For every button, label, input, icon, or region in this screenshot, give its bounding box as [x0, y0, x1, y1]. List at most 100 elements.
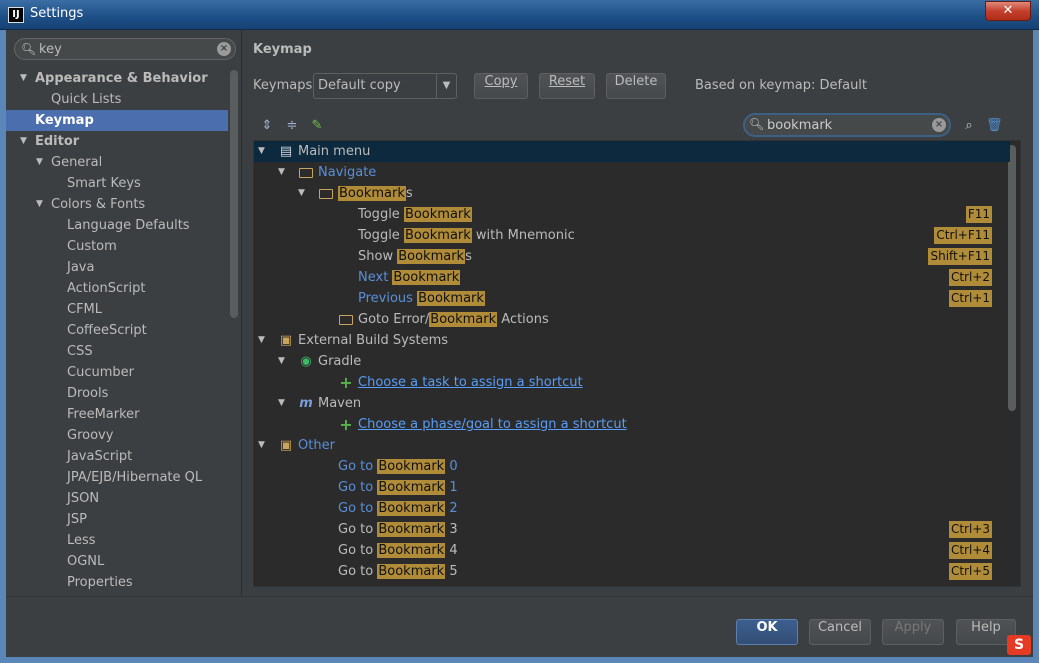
cancel-button[interactable]: Cancel [809, 619, 871, 645]
action-tree-row[interactable]: Goto Error/Bookmark Actions [254, 309, 1010, 330]
settings-tree-item[interactable]: Java [6, 257, 228, 278]
action-label-part: Next [358, 270, 393, 285]
settings-tree-item[interactable]: JSON [6, 488, 228, 509]
assign-shortcut-link[interactable]: Choose a phase/goal to assign a shortcut [358, 414, 627, 435]
settings-tree-item[interactable]: ▼ Appearance & Behavior [6, 68, 228, 89]
search-dropdown-icon[interactable]: 🔍︎ [749, 117, 764, 131]
settings-tree-item[interactable]: Groovy [6, 425, 228, 446]
keymap-select[interactable]: Default copy ▼ [313, 73, 457, 99]
expand-arrow-icon[interactable]: ▼ [258, 435, 265, 456]
assign-shortcut-link[interactable]: Choose a task to assign a shortcut [358, 372, 583, 393]
search-match-highlight: Bookmark [338, 186, 406, 201]
settings-tree-item[interactable]: Cucumber [6, 362, 228, 383]
action-tree-row[interactable]: Go to Bookmark 3 Ctrl+3 [254, 519, 1010, 540]
action-tree-row[interactable]: + Choose a task to assign a shortcut [254, 372, 1010, 393]
settings-tree-item[interactable]: CFML [6, 299, 228, 320]
action-tree-row[interactable]: Go to Bookmark 5 Ctrl+5 [254, 561, 1010, 582]
settings-tree-item-label: Properties [67, 575, 133, 590]
find-shortcut-icon[interactable]: ⌕ [961, 118, 977, 134]
action-tree-row[interactable]: ▼ ▣ External Build Systems [254, 330, 1010, 351]
apply-button[interactable]: Apply [882, 619, 944, 645]
expand-all-icon[interactable]: ⇕ [259, 118, 275, 134]
action-tree-row[interactable]: ▼ m Maven [254, 393, 1010, 414]
action-tree-row[interactable]: ▼ Navigate [254, 162, 1010, 183]
action-tree-row[interactable]: + Choose a phase/goal to assign a shortcu… [254, 414, 1010, 435]
action-label: Go to Bookmark 1 [338, 477, 458, 498]
settings-tree-item[interactable]: Smart Keys [6, 173, 228, 194]
settings-tree-item[interactable]: ▼ General [6, 152, 228, 173]
settings-tree-item[interactable]: Less [6, 530, 228, 551]
settings-tree-item-label: General [51, 155, 103, 170]
expand-arrow-icon[interactable]: ▼ [278, 162, 285, 183]
settings-tree-item[interactable]: Keymap [6, 110, 228, 131]
keymap-search-input[interactable] [767, 117, 927, 133]
action-tree-row[interactable]: ▼ Bookmarks [254, 183, 1010, 204]
settings-tree-item-label: CoffeeScript [67, 323, 147, 338]
clear-search-icon[interactable]: × [217, 42, 231, 56]
settings-tree-item[interactable]: CoffeeScript [6, 320, 228, 341]
settings-tree-item[interactable]: ActionScript [6, 278, 228, 299]
settings-search-box[interactable]: 🔍︎ × [14, 38, 236, 60]
other-folder-icon: ▣ [279, 438, 293, 453]
settings-tree-item[interactable]: Properties [6, 572, 228, 593]
action-label-part: 2 [445, 501, 458, 516]
settings-tree-item[interactable]: Custom [6, 236, 228, 257]
expand-arrow-icon[interactable]: ▼ [258, 141, 265, 162]
window-close-button[interactable]: ✕ [985, 1, 1031, 21]
copy-button[interactable]: Copy [474, 73, 528, 99]
sidebar-scrollbar[interactable] [230, 70, 238, 318]
chevron-down-icon[interactable]: ▼ [436, 74, 456, 98]
settings-tree-item[interactable]: FreeMarker [6, 404, 228, 425]
expand-arrow-icon[interactable]: ▼ [20, 131, 27, 152]
trash-icon[interactable]: 🗑︎ [986, 118, 1003, 134]
delete-button[interactable]: Delete [606, 73, 666, 99]
expand-arrow-icon[interactable]: ▼ [298, 183, 305, 204]
settings-tree-item[interactable]: OGNL [6, 551, 228, 572]
action-tree-row[interactable]: Toggle Bookmark with Mnemonic Ctrl+F11 [254, 225, 1010, 246]
action-tree-row[interactable]: ▼ ▤ Main menu [254, 141, 1010, 162]
folder-icon [318, 183, 334, 206]
reset-button[interactable]: Reset [539, 73, 595, 99]
action-tree-row[interactable]: Toggle Bookmark F11 [254, 204, 1010, 225]
folder-icon-shape [319, 189, 333, 199]
keymap-search-box[interactable]: 🔍︎ × [743, 113, 951, 137]
action-label-part: Actions [497, 312, 549, 327]
search-match-highlight: Bookmark [377, 501, 446, 516]
expand-arrow-icon[interactable]: ▼ [36, 194, 43, 215]
settings-tree-item[interactable]: Drools [6, 383, 228, 404]
settings-tree-item-label: CFML [67, 302, 103, 317]
expand-arrow-icon[interactable]: ▼ [20, 68, 27, 89]
action-tree-row[interactable]: Go to Bookmark 0 [254, 456, 1010, 477]
ime-indicator-icon[interactable]: S [1007, 635, 1031, 655]
action-tree-row[interactable]: Next Bookmark Ctrl+2 [254, 267, 1010, 288]
settings-tree-item-label: ActionScript [67, 281, 146, 296]
settings-tree-item[interactable]: JSP [6, 509, 228, 530]
ok-button[interactable]: OK [736, 619, 798, 645]
action-tree-row[interactable]: Go to Bookmark 2 [254, 498, 1010, 519]
settings-tree-item-label: JPA/EJB/Hibernate QL [67, 470, 203, 485]
settings-tree-item[interactable]: Quick Lists [6, 89, 228, 110]
action-label-part: Toggle [358, 207, 404, 222]
action-tree-row[interactable]: ▼ ◉ Gradle [254, 351, 1010, 372]
action-tree-row[interactable]: Show Bookmarks Shift+F11 [254, 246, 1010, 267]
settings-tree-item[interactable]: ▼ Colors & Fonts [6, 194, 228, 215]
clear-search-icon[interactable]: × [932, 118, 946, 132]
settings-tree-item[interactable]: CSS [6, 341, 228, 362]
expand-arrow-icon[interactable]: ▼ [36, 152, 43, 173]
expand-arrow-icon[interactable]: ▼ [278, 351, 285, 372]
settings-search-input[interactable] [39, 41, 209, 57]
settings-tree-item-label: CSS [67, 344, 93, 359]
edit-shortcut-icon[interactable]: ✎ [309, 118, 325, 134]
action-tree-row[interactable]: Go to Bookmark 4 Ctrl+4 [254, 540, 1010, 561]
expand-arrow-icon[interactable]: ▼ [278, 393, 285, 414]
action-tree-row[interactable]: Previous Bookmark Ctrl+1 [254, 288, 1010, 309]
settings-tree-item-label: Language Defaults [67, 218, 190, 233]
expand-arrow-icon[interactable]: ▼ [258, 330, 265, 351]
settings-tree-item[interactable]: JPA/EJB/Hibernate QL [6, 467, 228, 488]
settings-tree-item[interactable]: ▼ Editor [6, 131, 228, 152]
settings-tree-item[interactable]: JavaScript [6, 446, 228, 467]
collapse-all-icon[interactable]: ≑ [284, 118, 300, 134]
action-tree-row[interactable]: ▼ ▣ Other [254, 435, 1010, 456]
settings-tree-item[interactable]: Language Defaults [6, 215, 228, 236]
action-tree-row[interactable]: Go to Bookmark 1 [254, 477, 1010, 498]
